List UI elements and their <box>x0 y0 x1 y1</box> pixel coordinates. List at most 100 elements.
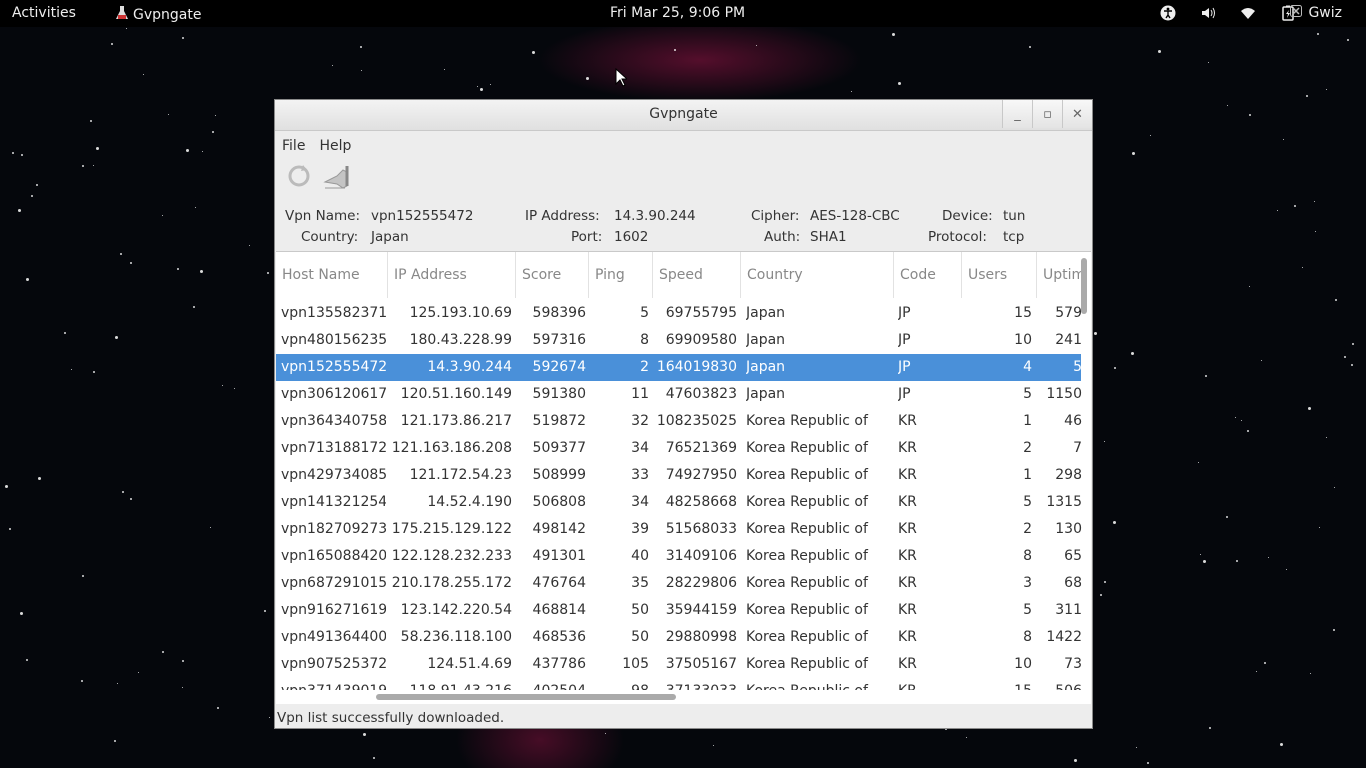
star <box>267 272 269 274</box>
cell-host-name: vpn135582371 <box>281 305 386 321</box>
column-header-users[interactable]: Users <box>962 252 1037 298</box>
table-row[interactable]: vpn713188172 121.163.186.208 509377 34 76521… <box>276 435 1082 462</box>
table-row[interactable]: vpn135582371 125.193.10.69 598396 5 69755795… <box>276 300 1082 327</box>
table-row[interactable]: vpn907525372 124.51.4.69 437786 105 37505167… <box>276 651 1082 678</box>
close-button[interactable]: ✕ <box>1062 100 1092 128</box>
star <box>130 262 132 264</box>
star <box>1198 462 1199 463</box>
ip-label: IP Address: <box>525 208 600 224</box>
minimize-icon: _ <box>1014 106 1021 122</box>
refresh-button[interactable] <box>285 164 313 192</box>
cell-ping: 2 <box>640 359 649 375</box>
table-row[interactable]: vpn182709273 175.215.129.122 498142 39 51568… <box>276 516 1082 543</box>
star <box>605 733 606 734</box>
auth-label: Auth: <box>764 229 801 245</box>
star <box>200 270 203 273</box>
cell-uptime: 68 <box>1064 575 1082 591</box>
star <box>202 151 203 152</box>
minimize-button[interactable]: _ <box>1002 100 1032 128</box>
accessibility-icon[interactable] <box>1160 5 1176 21</box>
cell-host-name: vpn182709273 <box>281 521 386 537</box>
cell-country: Korea Republic of <box>746 413 868 429</box>
cell-ip-address: 123.142.220.54 <box>400 602 512 618</box>
wifi-icon[interactable] <box>1240 5 1256 21</box>
star <box>31 195 33 197</box>
volume-icon[interactable] <box>1200 5 1216 21</box>
cell-country: Japan <box>746 305 786 321</box>
cell-uptime: 7 <box>1073 440 1082 456</box>
cell-users: 8 <box>1023 548 1032 564</box>
column-header-code[interactable]: Code <box>894 252 962 298</box>
table-row[interactable]: vpn306120617 120.51.160.149 591380 11 476038… <box>276 381 1082 408</box>
star <box>1326 437 1327 438</box>
table-row[interactable]: vpn141321254 14.52.4.190 506808 34 48258668 K… <box>276 489 1082 516</box>
activities-button[interactable]: Activities <box>12 5 76 21</box>
table-row[interactable]: vpn429734085 121.172.54.23 508999 33 7492795… <box>276 462 1082 489</box>
star <box>1094 332 1097 335</box>
table-row[interactable]: vpn165088420 122.128.232.233 491301 40 31409… <box>276 543 1082 570</box>
cell-code: KR <box>898 575 917 591</box>
table-header: Host Name IP Address Score Ping Speed Country… <box>276 252 1091 298</box>
column-header-score[interactable]: Score <box>516 252 589 298</box>
star <box>36 184 38 186</box>
cell-country: Japan <box>746 359 786 375</box>
protocol-value: tcp <box>1003 229 1025 245</box>
cell-host-name: vpn165088420 <box>281 548 386 564</box>
column-header-country[interactable]: Country <box>741 252 894 298</box>
cell-host-name: vpn907525372 <box>281 656 386 672</box>
app-menu-button[interactable]: Gvpngate <box>115 5 201 25</box>
vertical-scrollbar[interactable] <box>1081 258 1087 314</box>
star <box>1335 299 1337 301</box>
star <box>444 69 445 70</box>
vpn-name-label: Vpn Name: <box>285 208 361 224</box>
menu-file[interactable]: File <box>282 138 305 154</box>
cell-speed: 76521369 <box>665 440 737 456</box>
cell-ping: 5 <box>640 305 649 321</box>
cell-ping: 105 <box>622 656 649 672</box>
table-row[interactable]: vpn491364400 58.236.118.100 468536 50 298809… <box>276 624 1082 651</box>
column-header-host-name[interactable]: Host Name <box>276 252 388 298</box>
column-header-speed[interactable]: Speed <box>653 252 741 298</box>
country-label: Country: <box>301 229 359 245</box>
clock-button[interactable]: Fri Mar 25, 9:06 PM <box>610 5 745 21</box>
cell-score: 468536 <box>532 629 586 645</box>
window-titlebar[interactable]: Gvpngate _ ▫ ✕ <box>275 100 1092 131</box>
cell-ip-address: 58.236.118.100 <box>400 629 512 645</box>
table-row[interactable]: vpn152555472 14.3.90.244 592674 2 164019830 J… <box>276 354 1082 381</box>
star <box>1351 364 1353 366</box>
table-row[interactable]: vpn687291015 210.178.255.172 476764 35 28229… <box>276 570 1082 597</box>
star <box>1326 89 1327 90</box>
cell-speed: 164019830 <box>656 359 737 375</box>
star <box>851 91 852 92</box>
star <box>217 707 219 709</box>
cell-country: Japan <box>746 332 786 348</box>
table-row[interactable]: vpn480156235 180.43.228.99 597316 8 69909580… <box>276 327 1082 354</box>
table-row[interactable]: vpn364340758 121.173.86.217 519872 32 108235… <box>276 408 1082 435</box>
star <box>756 45 757 46</box>
cell-score: 468814 <box>532 602 586 618</box>
star <box>586 77 589 80</box>
star <box>1208 62 1209 63</box>
cell-country: Japan <box>746 386 786 402</box>
cell-ping: 34 <box>631 494 649 510</box>
cell-uptime: 311 <box>1055 602 1082 618</box>
column-header-ping[interactable]: Ping <box>589 252 653 298</box>
maximize-button[interactable]: ▫ <box>1032 100 1062 128</box>
flask-icon <box>115 5 129 25</box>
connect-button[interactable] <box>323 164 353 192</box>
cell-score: 591380 <box>532 386 586 402</box>
star <box>1280 743 1283 746</box>
horizontal-scrollbar[interactable] <box>376 694 676 700</box>
star <box>120 253 122 255</box>
star <box>182 660 184 662</box>
cell-users: 10 <box>1014 656 1032 672</box>
star <box>1268 557 1269 558</box>
column-header-ip-address[interactable]: IP Address <box>388 252 516 298</box>
star <box>210 527 211 528</box>
star <box>1286 569 1287 570</box>
menu-help[interactable]: Help <box>319 138 351 154</box>
table-row[interactable]: vpn916271619 123.142.220.54 468814 50 359441… <box>276 597 1082 624</box>
cell-country: Korea Republic of <box>746 656 868 672</box>
user-menu-button[interactable]: Gwiz <box>1290 5 1342 21</box>
cell-country: Korea Republic of <box>746 440 868 456</box>
